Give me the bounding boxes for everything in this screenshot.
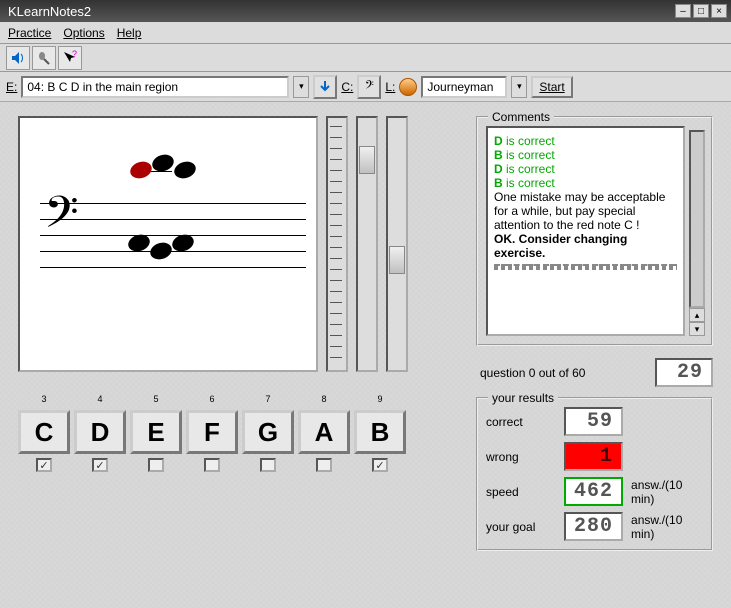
close-button[interactable]: × xyxy=(711,4,727,18)
note-checkbox-a[interactable] xyxy=(316,458,332,472)
note-checkbox-d[interactable]: ✓ xyxy=(92,458,108,472)
note-button-e[interactable]: E xyxy=(130,410,182,454)
comment-line: D is correct xyxy=(494,162,677,176)
scrollbar-track[interactable] xyxy=(689,130,705,308)
question-label: question 0 out of 60 xyxy=(480,366,585,380)
comments-box: D is correctB is correctD is correctB is… xyxy=(486,126,685,336)
exercise-combo[interactable]: 04: B C D in the main region xyxy=(21,76,289,98)
window-title: KLearnNotes2 xyxy=(4,4,673,19)
note-digit: 9 xyxy=(377,394,382,406)
speed-label: speed xyxy=(486,485,556,499)
comment-line: B is correct xyxy=(494,176,677,190)
correct-label: correct xyxy=(486,415,556,429)
comment-info: One mistake may be acceptable for a whil… xyxy=(494,190,677,232)
results-legend: your results xyxy=(488,391,558,405)
note-checkbox-e[interactable] xyxy=(148,458,164,472)
staff-panel: 𝄢 xyxy=(18,116,318,372)
note-button-g[interactable]: G xyxy=(242,410,294,454)
title-bar: KLearnNotes2 – □ × xyxy=(0,0,731,22)
note-digit: 4 xyxy=(97,394,102,406)
minimize-button[interactable]: – xyxy=(675,4,691,18)
l-label: L: xyxy=(385,80,395,94)
scroll-down-icon[interactable]: ▾ xyxy=(689,322,705,336)
speed-lcd: 462 xyxy=(564,477,623,506)
note-button-c[interactable]: C xyxy=(18,410,70,454)
exercise-bar: E: 04: B C D in the main region ▾ C: 𝄢 L… xyxy=(0,72,731,102)
note-digit: 7 xyxy=(265,394,270,406)
timer-lcd: 29 xyxy=(655,358,713,387)
avatar-icon xyxy=(399,78,417,96)
goal-lcd: 280 xyxy=(564,512,623,541)
toolbar: ? xyxy=(0,44,731,72)
note-button-d[interactable]: D xyxy=(74,410,126,454)
note-button-row: 3 C ✓ 4 D ✓ 5 E 6 F 7 G 8 A 9 B ✓ xyxy=(18,394,458,472)
note-button-b[interactable]: B xyxy=(354,410,406,454)
exercise-dropdown-icon[interactable]: ▾ xyxy=(293,76,309,98)
note-digit: 6 xyxy=(209,394,214,406)
comment-line: D is correct xyxy=(494,134,677,148)
comment-final: OK. Consider changing exercise. xyxy=(494,232,677,260)
clef-button[interactable]: 𝄢 xyxy=(357,75,381,99)
whatsthis-icon[interactable]: ? xyxy=(58,46,82,70)
scroll-up-icon[interactable]: ▴ xyxy=(689,308,705,322)
note-button-f[interactable]: F xyxy=(186,410,238,454)
go-button[interactable] xyxy=(313,75,337,99)
note-digit: 8 xyxy=(321,394,326,406)
correct-lcd: 59 xyxy=(564,407,623,436)
range-slider-top[interactable] xyxy=(356,116,378,372)
menu-practice[interactable]: Practice xyxy=(8,26,51,40)
wrong-label: wrong xyxy=(486,450,556,464)
note-digit: 3 xyxy=(41,394,46,406)
note-checkbox-b[interactable]: ✓ xyxy=(372,458,388,472)
level-value: Journeyman xyxy=(427,80,493,94)
note-checkbox-c[interactable]: ✓ xyxy=(36,458,52,472)
level-dropdown-icon[interactable]: ▾ xyxy=(511,76,527,98)
note-checkbox-f[interactable] xyxy=(204,458,220,472)
menu-options[interactable]: Options xyxy=(63,26,104,40)
bass-clef-icon: 𝄢 xyxy=(44,191,79,245)
goal-label: your goal xyxy=(486,520,556,534)
level-combo[interactable]: Journeyman xyxy=(421,76,507,98)
maximize-button[interactable]: □ xyxy=(693,4,709,18)
start-button[interactable]: Start xyxy=(531,76,572,98)
ruler xyxy=(326,116,348,372)
note-button-a[interactable]: A xyxy=(298,410,350,454)
note-red xyxy=(128,159,154,181)
note-black xyxy=(172,159,198,181)
e-label: E: xyxy=(6,80,17,94)
note-checkbox-g[interactable] xyxy=(260,458,276,472)
range-slider-bottom[interactable] xyxy=(386,116,408,372)
note-digit: 5 xyxy=(153,394,158,406)
c-label: C: xyxy=(341,80,353,94)
goal-unit: answ./(10 min) xyxy=(631,513,703,541)
speed-unit: answ./(10 min) xyxy=(631,478,703,506)
mic-icon[interactable] xyxy=(32,46,56,70)
comment-divider xyxy=(494,264,677,270)
comments-legend: Comments xyxy=(488,110,554,124)
question-row: question 0 out of 60 29 xyxy=(476,358,713,387)
wrong-lcd: 1 xyxy=(564,442,623,471)
speaker-icon[interactable] xyxy=(6,46,30,70)
results-fieldset: your results correct 59 wrong 1 speed 46… xyxy=(476,397,713,551)
comment-line: B is correct xyxy=(494,148,677,162)
comments-fieldset: Comments D is correctB is correctD is co… xyxy=(476,116,713,346)
menu-bar: Practice Options Help xyxy=(0,22,731,44)
svg-text:?: ? xyxy=(72,50,77,59)
menu-help[interactable]: Help xyxy=(117,26,142,40)
exercise-value: 04: B C D in the main region xyxy=(27,80,178,94)
